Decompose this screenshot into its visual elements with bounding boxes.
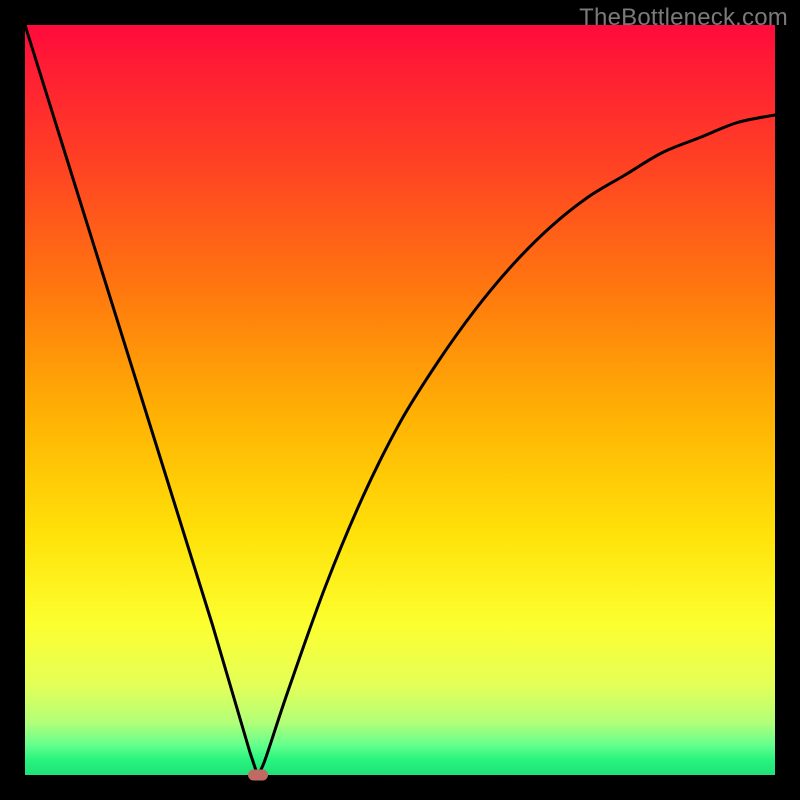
watermark-label: TheBottleneck.com xyxy=(579,4,788,32)
curve-path xyxy=(25,25,775,775)
chart-frame: TheBottleneck.com xyxy=(0,0,800,800)
bottleneck-curve xyxy=(25,25,775,775)
optimum-marker xyxy=(248,770,268,781)
plot-area xyxy=(25,25,775,775)
